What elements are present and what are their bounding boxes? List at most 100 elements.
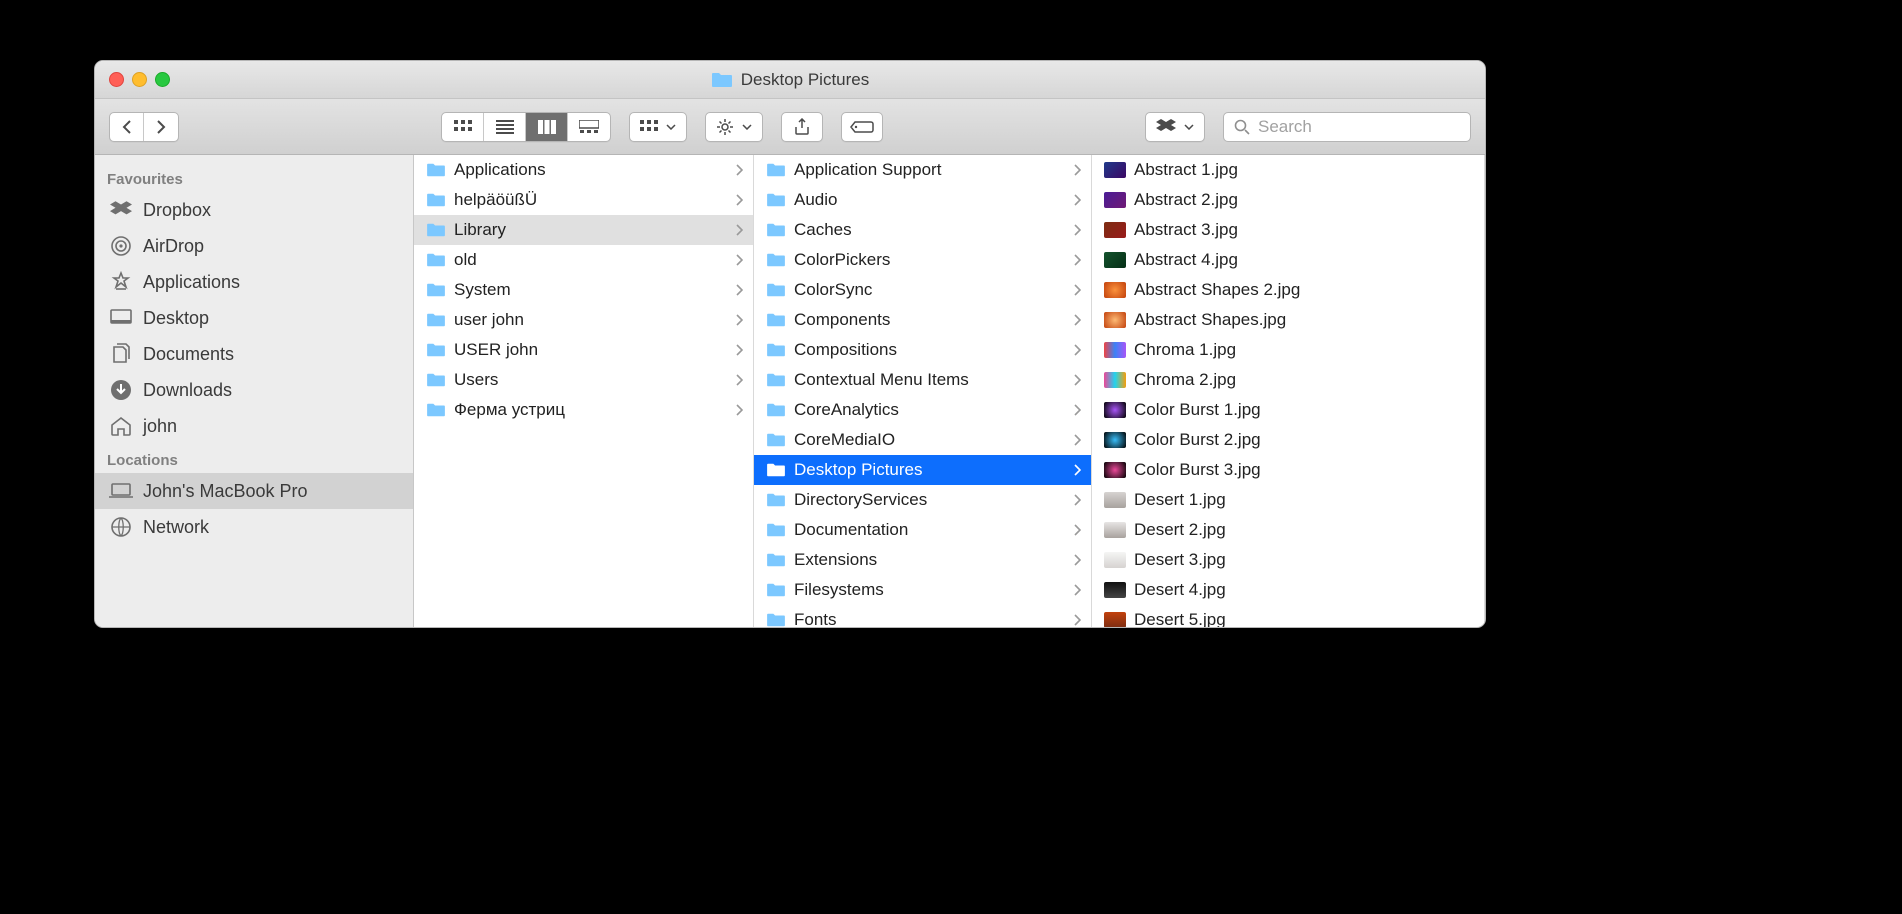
file-row[interactable]: Color Burst 2.jpg — [1092, 425, 1484, 455]
folder-icon — [766, 282, 786, 298]
file-row[interactable]: Desert 1.jpg — [1092, 485, 1484, 515]
row-label: Desktop Pictures — [794, 460, 1065, 480]
folder-row[interactable]: Contextual Menu Items — [754, 365, 1091, 395]
search-field[interactable] — [1223, 112, 1471, 142]
tags-button[interactable] — [841, 112, 883, 142]
folder-row[interactable]: ColorSync — [754, 275, 1091, 305]
folder-icon — [426, 342, 446, 358]
sidebar-item-desktop[interactable]: Desktop — [95, 300, 413, 336]
action-button[interactable] — [705, 112, 763, 142]
row-label: Audio — [794, 190, 1065, 210]
folder-row[interactable]: CoreMediaIO — [754, 425, 1091, 455]
row-label: Documentation — [794, 520, 1065, 540]
folder-icon — [766, 252, 786, 268]
file-row[interactable]: Desert 5.jpg — [1092, 605, 1484, 627]
arrange-button[interactable] — [629, 112, 687, 142]
chevron-right-icon — [735, 164, 743, 176]
row-label: Filesystems — [794, 580, 1065, 600]
folder-row[interactable]: DirectoryServices — [754, 485, 1091, 515]
sidebar-item-downloads[interactable]: Downloads — [95, 372, 413, 408]
minimize-button[interactable] — [132, 72, 147, 87]
icon-view-button[interactable] — [442, 113, 484, 141]
folder-row[interactable]: CoreAnalytics — [754, 395, 1091, 425]
chevron-right-icon — [1073, 314, 1081, 326]
file-row[interactable]: Color Burst 3.jpg — [1092, 455, 1484, 485]
folder-row[interactable]: ColorPickers — [754, 245, 1091, 275]
folder-icon — [711, 71, 733, 89]
image-thumbnail — [1104, 342, 1126, 358]
folder-row[interactable]: Audio — [754, 185, 1091, 215]
folder-row[interactable]: Extensions — [754, 545, 1091, 575]
folder-row[interactable]: System — [414, 275, 753, 305]
folder-row[interactable]: Filesystems — [754, 575, 1091, 605]
folder-row[interactable]: Applications — [414, 155, 753, 185]
folder-row[interactable]: old — [414, 245, 753, 275]
chevron-right-icon — [735, 284, 743, 296]
file-row[interactable]: Desert 2.jpg — [1092, 515, 1484, 545]
folder-row[interactable]: Components — [754, 305, 1091, 335]
chevron-right-icon — [1073, 194, 1081, 206]
sidebar-item-network[interactable]: Network — [95, 509, 413, 545]
list-icon — [496, 120, 514, 134]
folder-row[interactable]: Fonts — [754, 605, 1091, 627]
view-group — [441, 112, 611, 142]
file-row[interactable]: Chroma 1.jpg — [1092, 335, 1484, 365]
file-row[interactable]: Abstract Shapes 2.jpg — [1092, 275, 1484, 305]
folder-icon — [766, 222, 786, 238]
row-label: ColorPickers — [794, 250, 1065, 270]
row-label: Compositions — [794, 340, 1065, 360]
folder-icon — [766, 522, 786, 538]
zoom-button[interactable] — [155, 72, 170, 87]
back-button[interactable] — [110, 113, 144, 141]
search-input[interactable] — [1258, 117, 1460, 137]
row-label: Library — [454, 220, 727, 240]
sidebar-item-airdrop[interactable]: AirDrop — [95, 228, 413, 264]
image-thumbnail — [1104, 462, 1126, 478]
sidebar-item-applications[interactable]: Applications — [95, 264, 413, 300]
file-row[interactable]: Chroma 2.jpg — [1092, 365, 1484, 395]
folder-row[interactable]: Documentation — [754, 515, 1091, 545]
file-row[interactable]: Abstract Shapes.jpg — [1092, 305, 1484, 335]
column-view-button[interactable] — [526, 113, 568, 141]
file-row[interactable]: Desert 4.jpg — [1092, 575, 1484, 605]
file-row[interactable]: Desert 3.jpg — [1092, 545, 1484, 575]
chevron-right-icon — [1073, 224, 1081, 236]
sidebar-item-documents[interactable]: Documents — [95, 336, 413, 372]
sidebar-item-label: Applications — [143, 272, 240, 293]
dropbox-icon — [1156, 119, 1176, 135]
chevron-right-icon — [735, 404, 743, 416]
chevron-right-icon — [1073, 404, 1081, 416]
folder-icon — [766, 582, 786, 598]
file-row[interactable]: Abstract 1.jpg — [1092, 155, 1484, 185]
folder-row[interactable]: Users — [414, 365, 753, 395]
row-label: Abstract 2.jpg — [1134, 190, 1474, 210]
close-button[interactable] — [109, 72, 124, 87]
desktop-icon — [109, 306, 133, 330]
folder-row[interactable]: Application Support — [754, 155, 1091, 185]
folder-row[interactable]: Ферма устриц — [414, 395, 753, 425]
share-button[interactable] — [781, 112, 823, 142]
file-row[interactable]: Abstract 4.jpg — [1092, 245, 1484, 275]
forward-button[interactable] — [144, 113, 178, 141]
folder-row[interactable]: Compositions — [754, 335, 1091, 365]
sidebar-item-john[interactable]: john — [95, 408, 413, 444]
row-label: Abstract 1.jpg — [1134, 160, 1474, 180]
list-view-button[interactable] — [484, 113, 526, 141]
folder-row[interactable]: helpäöüßÜ — [414, 185, 753, 215]
search-icon — [1234, 119, 1250, 135]
folder-row[interactable]: Caches — [754, 215, 1091, 245]
folder-row[interactable]: user john — [414, 305, 753, 335]
applications-icon — [109, 270, 133, 294]
file-row[interactable]: Abstract 2.jpg — [1092, 185, 1484, 215]
file-row[interactable]: Abstract 3.jpg — [1092, 215, 1484, 245]
file-row[interactable]: Color Burst 1.jpg — [1092, 395, 1484, 425]
sidebar-item-dropbox[interactable]: Dropbox — [95, 192, 413, 228]
image-thumbnail — [1104, 252, 1126, 268]
folder-row[interactable]: Desktop Pictures — [754, 455, 1091, 485]
sidebar-item-john-s-macbook-pro[interactable]: John's MacBook Pro — [95, 473, 413, 509]
folder-row[interactable]: Library — [414, 215, 753, 245]
gallery-view-button[interactable] — [568, 113, 610, 141]
dropbox-toolbar-button[interactable] — [1145, 112, 1205, 142]
folder-row[interactable]: USER john — [414, 335, 753, 365]
row-label: Contextual Menu Items — [794, 370, 1065, 390]
